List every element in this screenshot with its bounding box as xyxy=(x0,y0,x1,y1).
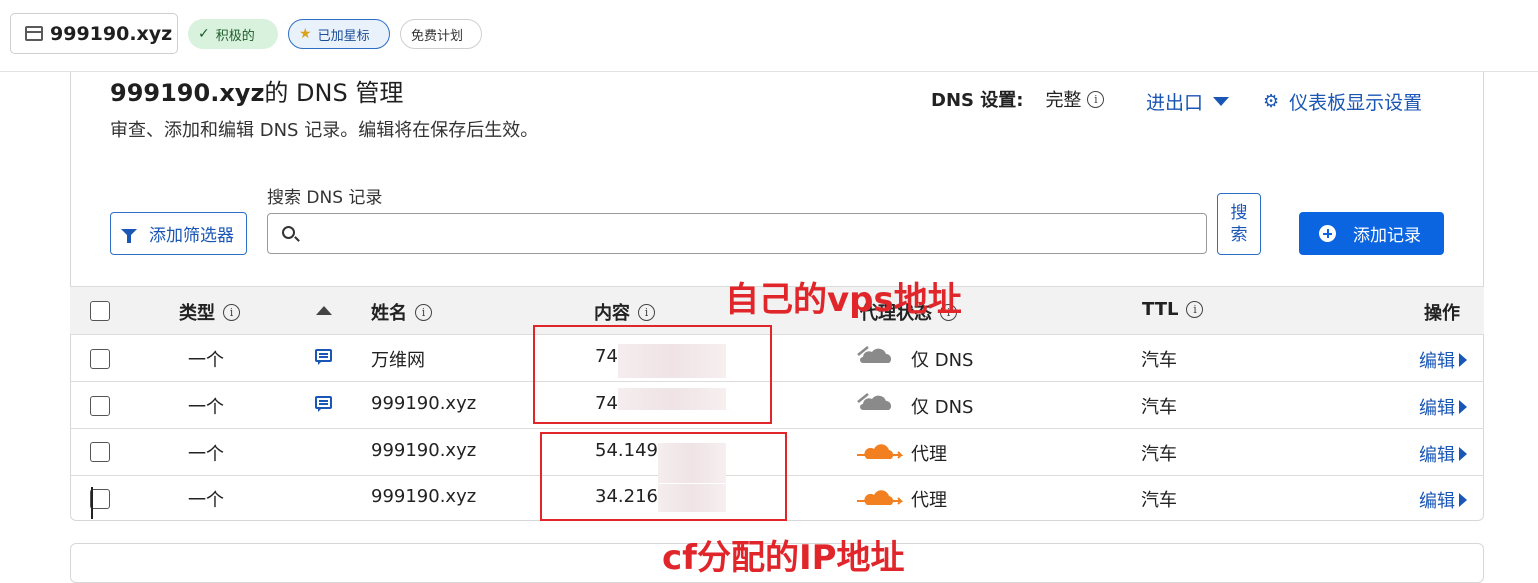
column-ttl[interactable]: TTL i xyxy=(1142,299,1204,320)
edit-link[interactable]: 编辑 xyxy=(1419,394,1467,420)
chevron-right-icon xyxy=(1459,353,1467,367)
annotation-box-cf xyxy=(540,432,787,521)
info-icon[interactable]: i xyxy=(638,303,655,321)
edit-link[interactable]: 编辑 xyxy=(1419,347,1467,373)
filter-icon xyxy=(121,228,137,243)
proxy-status: 代理 xyxy=(911,444,947,465)
cloud-gray-icon xyxy=(857,346,891,363)
record-ttl: 汽车 xyxy=(1141,444,1177,465)
edit-link[interactable]: 编辑 xyxy=(1419,441,1467,467)
column-actions: 操作 xyxy=(1424,303,1460,324)
cloud-orange-icon xyxy=(857,444,903,459)
record-type: 一个 xyxy=(188,490,224,511)
proxy-status: 仅 DNS xyxy=(911,350,974,371)
starred-button[interactable]: ★ 已加星标 xyxy=(288,19,390,49)
info-icon[interactable]: i xyxy=(223,303,240,321)
text-cursor xyxy=(91,487,93,519)
sort-ascending-icon[interactable] xyxy=(316,306,332,315)
record-name: 999190.xyz xyxy=(371,486,477,507)
dashboard-settings-link[interactable]: ⚙ 仪表板显示设置 xyxy=(1263,88,1422,115)
record-name: 万维网 xyxy=(371,350,425,371)
record-type: 一个 xyxy=(188,397,224,418)
dns-setting: DNS 设置: 完整 i xyxy=(931,86,1105,112)
top-bar: 999190.xyz ✓ 积极的 ★ 已加星标 免费计划 xyxy=(0,0,1538,72)
domain-selector[interactable]: 999190.xyz xyxy=(10,13,178,54)
row-checkbox[interactable] xyxy=(90,442,110,462)
column-content[interactable]: 内容 i xyxy=(594,299,655,325)
info-icon[interactable]: i xyxy=(1186,301,1204,318)
add-record-button[interactable]: 添加记录 xyxy=(1299,212,1444,255)
column-type[interactable]: 类型 i xyxy=(179,299,240,325)
record-ttl: 汽车 xyxy=(1141,397,1177,418)
cloud-orange-icon xyxy=(857,490,903,505)
cloud-gray-icon xyxy=(857,393,891,410)
window-icon xyxy=(25,26,43,41)
row-checkbox[interactable] xyxy=(90,489,110,509)
record-name: 999190.xyz xyxy=(371,440,477,461)
star-icon: ★ xyxy=(299,26,312,42)
search-button[interactable]: 搜索 xyxy=(1217,193,1261,255)
chevron-right-icon xyxy=(1459,400,1467,414)
page-title: 999190.xyz的 DNS 管理 xyxy=(110,79,404,107)
annotation-cf-label: cf分配的IP地址 xyxy=(662,538,905,578)
select-all-checkbox[interactable] xyxy=(90,301,110,321)
check-icon: ✓ xyxy=(198,26,210,42)
comment-icon[interactable] xyxy=(315,349,332,365)
table-row xyxy=(70,382,1484,429)
annotation-box-vps xyxy=(533,325,772,424)
page-subtitle: 审查、添加和编辑 DNS 记录。编辑将在保存后生效。 xyxy=(110,120,539,141)
dns-setting-label: DNS 设置: xyxy=(931,90,1024,111)
info-icon[interactable]: i xyxy=(415,303,432,321)
plan-badge[interactable]: 免费计划 xyxy=(400,19,482,49)
proxy-status: 仅 DNS xyxy=(911,397,974,418)
plus-circle-icon xyxy=(1319,225,1336,242)
column-name[interactable]: 姓名 i xyxy=(371,299,432,325)
edit-link[interactable]: 编辑 xyxy=(1419,487,1467,513)
add-filter-button[interactable]: 添加筛选器 xyxy=(110,212,247,255)
search-icon xyxy=(282,226,295,239)
table-row xyxy=(70,335,1484,382)
annotation-vps-label: 自己的vps地址 xyxy=(725,280,962,320)
chevron-right-icon xyxy=(1459,493,1467,507)
gear-icon: ⚙ xyxy=(1263,91,1280,112)
record-ttl: 汽车 xyxy=(1141,350,1177,371)
info-icon[interactable]: i xyxy=(1087,90,1105,108)
search-label: 搜索 DNS 记录 xyxy=(267,188,383,208)
caret-down-icon xyxy=(1213,97,1230,106)
row-checkbox[interactable] xyxy=(90,349,110,369)
export-dropdown[interactable]: 进出口 xyxy=(1146,88,1230,115)
status-badge-active: ✓ 积极的 xyxy=(188,19,278,49)
row-checkbox[interactable] xyxy=(90,396,110,416)
domain-name: 999190.xyz xyxy=(50,22,173,45)
comment-icon[interactable] xyxy=(315,396,332,412)
search-input[interactable] xyxy=(267,213,1207,254)
record-ttl: 汽车 xyxy=(1141,490,1177,511)
dns-setting-value: 完整 xyxy=(1045,90,1082,111)
record-type: 一个 xyxy=(188,444,224,465)
record-type: 一个 xyxy=(188,350,224,371)
chevron-right-icon xyxy=(1459,447,1467,461)
record-name: 999190.xyz xyxy=(371,393,477,414)
proxy-status: 代理 xyxy=(911,490,947,511)
